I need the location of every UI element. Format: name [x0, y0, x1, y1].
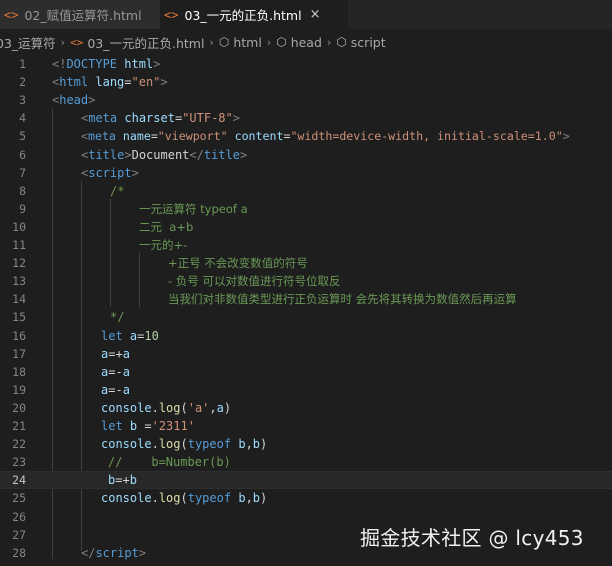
- symbol-cube-icon: ⬡: [336, 35, 347, 49]
- line-number: 3: [19, 93, 26, 108]
- line-number: 1: [19, 57, 26, 72]
- line-number: 21: [12, 419, 26, 434]
- line-number: 13: [12, 274, 26, 289]
- code-editor-window: <> 02_赋值运算符.html <> 03_一元的正负.html × 03_运…: [0, 0, 612, 566]
- breadcrumb-folder[interactable]: 03_运算符: [0, 33, 56, 52]
- code-line[interactable]: 19 a=-a: [0, 381, 612, 399]
- code-line[interactable]: 1 <!DOCTYPE html>: [0, 55, 612, 73]
- line-number: 22: [12, 437, 26, 452]
- line-number: 17: [12, 346, 26, 361]
- code-line[interactable]: 15 */: [0, 308, 612, 326]
- code-line[interactable]: 9 一元运算符 typeof a: [0, 200, 612, 218]
- html-file-icon: <>: [4, 7, 19, 22]
- line-number: 7: [19, 165, 26, 180]
- chevron-right-icon: ›: [60, 35, 66, 49]
- line-number: 4: [19, 111, 26, 126]
- line-number: 23: [12, 455, 26, 470]
- html-file-icon: <>: [70, 35, 84, 49]
- tab-bar-empty-area: [348, 0, 612, 29]
- chevron-right-icon: ›: [266, 35, 272, 49]
- tab-unary-plus-minus[interactable]: <> 03_一元的正负.html ×: [160, 0, 348, 29]
- code-line[interactable]: 10 二元 a+b: [0, 218, 612, 236]
- line-number: 2: [19, 75, 26, 90]
- line-number: 28: [12, 545, 26, 560]
- line-number: 15: [12, 310, 26, 325]
- code-line[interactable]: 22 console.log(typeof b,b): [0, 435, 612, 453]
- line-number: 11: [12, 238, 26, 253]
- line-number: 9: [19, 201, 26, 216]
- code-line[interactable]: 21 let b ='2311': [0, 417, 612, 435]
- code-editor[interactable]: 1 <!DOCTYPE html> 2 <html lang="en"> 3 <…: [0, 55, 612, 566]
- chevron-right-icon: ›: [209, 35, 214, 49]
- tab-label: 03_一元的正负.html: [184, 8, 302, 23]
- symbol-cube-icon: ⬡: [218, 35, 230, 49]
- breadcrumb-html[interactable]: html: [233, 35, 261, 50]
- breadcrumb-script[interactable]: script: [351, 35, 386, 50]
- watermark: 掘金技术社区 @ lcy453: [360, 526, 584, 550]
- line-number: 18: [12, 364, 26, 379]
- close-icon[interactable]: ×: [310, 7, 321, 22]
- breadcrumb-head[interactable]: head: [291, 35, 322, 50]
- tab-bar: <> 02_赋值运算符.html <> 03_一元的正负.html ×: [0, 0, 612, 29]
- line-number: 10: [12, 219, 26, 234]
- code-line[interactable]: 12 +正号 不会改变数值的符号: [0, 254, 612, 272]
- code-line[interactable]: 11 一元的+-: [0, 236, 612, 254]
- line-number: 16: [12, 328, 26, 343]
- line-number: 8: [19, 183, 26, 198]
- line-number: 5: [19, 129, 26, 144]
- line-number: 20: [12, 400, 26, 415]
- line-number: 25: [12, 491, 26, 506]
- html-file-icon: <>: [164, 7, 179, 22]
- code-line[interactable]: 4 <meta charset="UTF-8">: [0, 109, 612, 127]
- code-line[interactable]: 13 - 负号 可以对数值进行符号位取反: [0, 272, 612, 290]
- line-number: 19: [12, 382, 26, 397]
- code-line[interactable]: 3 <head>: [0, 91, 612, 109]
- code-line[interactable]: 8 /*: [0, 182, 612, 200]
- symbol-cube-icon: ⬡: [276, 35, 287, 49]
- line-number: 12: [12, 256, 26, 271]
- code-line[interactable]: 7 <script>: [0, 164, 612, 182]
- code-line[interactable]: 18 a=-a: [0, 363, 612, 381]
- code-line[interactable]: 14 当我们对非数值类型进行正负运算时 会先将其转换为数值然后再运算: [0, 290, 612, 308]
- code-line[interactable]: 20 console.log('a',a): [0, 399, 612, 417]
- code-line[interactable]: 17 a=+a: [0, 345, 612, 363]
- code-line[interactable]: 16 let a=10: [0, 327, 612, 345]
- code-line-current[interactable]: 24 b=+b: [0, 471, 612, 490]
- line-number: 6: [19, 147, 26, 162]
- code-line[interactable]: 25 console.log(typeof b,b): [0, 489, 612, 507]
- code-line[interactable]: 23 // b=Number(b): [0, 453, 612, 471]
- line-number: 14: [12, 292, 26, 307]
- line-number: 27: [12, 527, 26, 542]
- code-line[interactable]: 2 <html lang="en">: [0, 73, 612, 91]
- line-number: 26: [12, 509, 26, 524]
- chevron-right-icon: ›: [326, 35, 332, 49]
- breadcrumb-file[interactable]: 03_一元的正负.html: [87, 33, 204, 52]
- line-number: 24: [12, 473, 26, 488]
- tab-assignment-operators[interactable]: <> 02_赋值运算符.html: [0, 0, 160, 29]
- tab-label: 02_赋值运算符.html: [24, 8, 142, 23]
- code-line[interactable]: 6 <title>Document</title>: [0, 146, 612, 164]
- breadcrumb: 03_运算符 › <> 03_一元的正负.html › ⬡ html › ⬡ h…: [0, 29, 612, 55]
- code-line[interactable]: 5 <meta name="viewport" content="width=d…: [0, 127, 612, 145]
